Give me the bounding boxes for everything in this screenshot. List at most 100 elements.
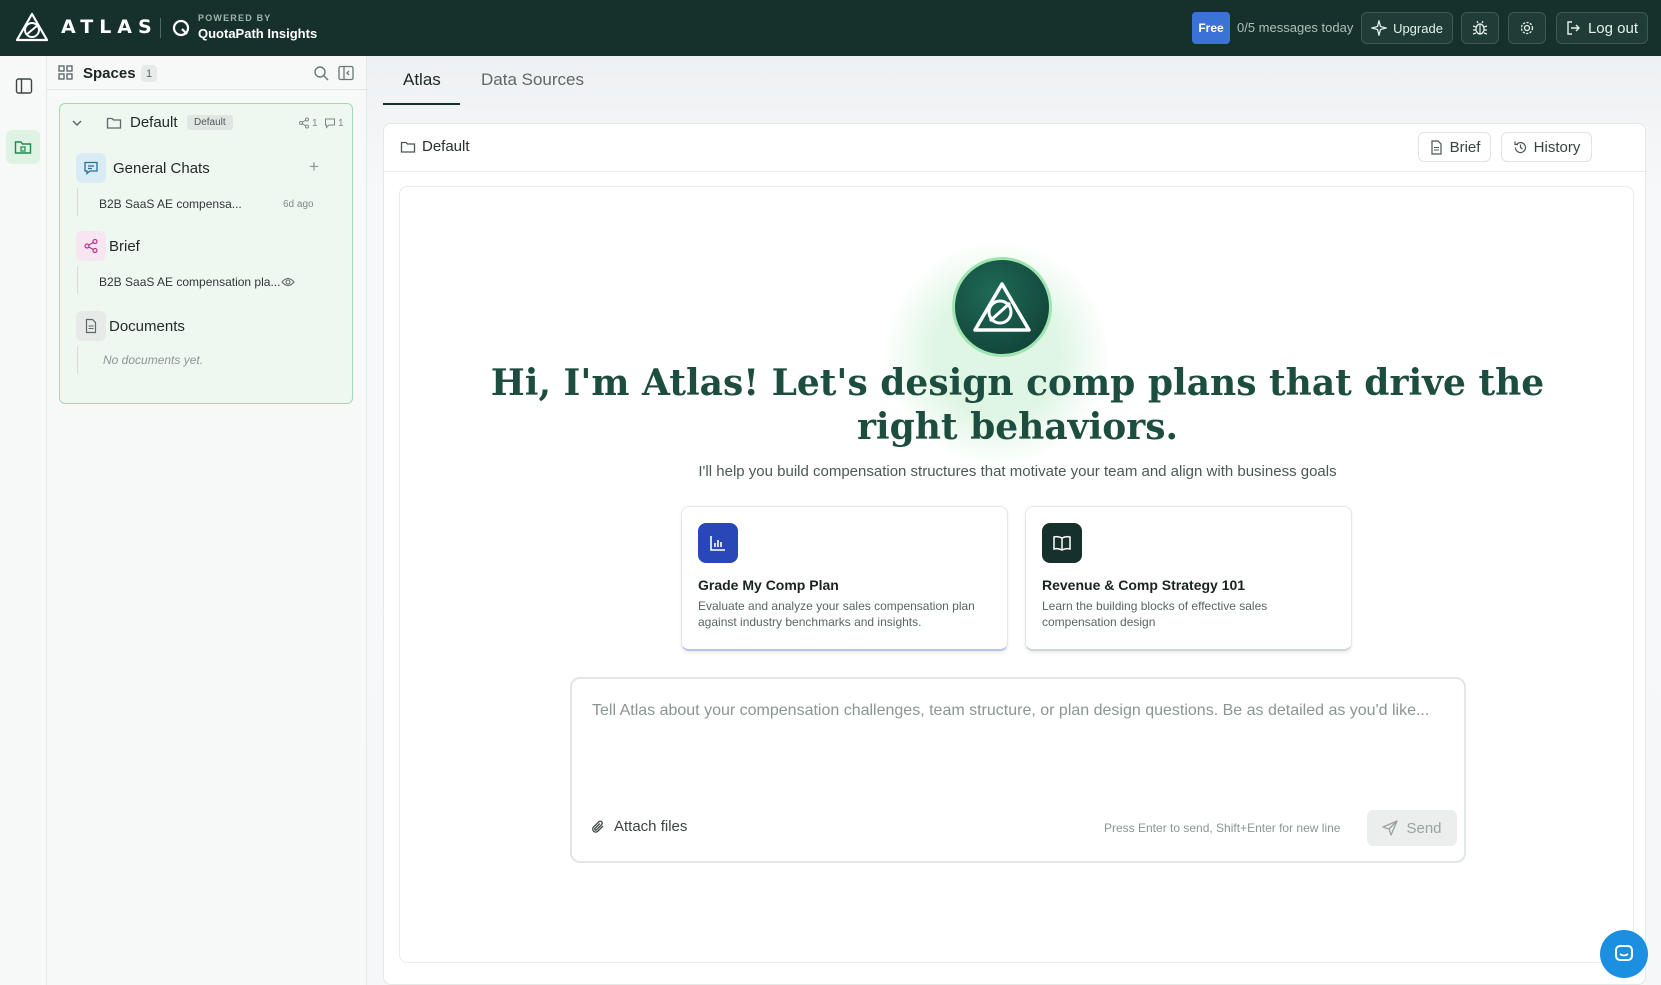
- tree-line: [77, 346, 78, 374]
- history-icon: [1514, 141, 1526, 153]
- card-title: Revenue & Comp Strategy 101: [1042, 577, 1246, 593]
- share-network-icon: [84, 238, 98, 254]
- card-description: Evaluate and analyze your sales compensa…: [698, 599, 975, 629]
- grid-icon: [58, 65, 73, 80]
- panel-header: Default Brief History: [384, 124, 1647, 172]
- history-button[interactable]: History: [1501, 132, 1592, 162]
- default-badge: Default: [187, 115, 233, 130]
- book-icon: [1053, 535, 1071, 551]
- help-chat-button[interactable]: [1600, 930, 1648, 978]
- quotapath-icon: [172, 19, 190, 37]
- comp-strategy-101-card[interactable]: Revenue & Comp Strategy 101 Learn the bu…: [1025, 506, 1352, 651]
- document-icon: [1430, 139, 1442, 155]
- collapse-sidebar-icon[interactable]: [338, 65, 354, 81]
- attach-files-label: Attach files: [614, 818, 688, 835]
- comment-count: 1: [324, 117, 344, 129]
- logout-icon: [1567, 21, 1580, 35]
- panel-title: Default: [422, 138, 470, 155]
- document-icon: [85, 318, 97, 334]
- main-content: Atlas Data Sources Default Brief History: [367, 56, 1661, 985]
- sidebar-title: Spaces: [83, 65, 136, 82]
- brief-label: Brief: [109, 238, 140, 255]
- space-panel: Default Brief History Hi, I'm Atlas! Let…: [383, 123, 1647, 985]
- chat-timestamp: 6d ago: [283, 199, 314, 210]
- documents-empty-state: No documents yet.: [103, 353, 204, 367]
- spaces-count-badge: 1: [141, 65, 157, 82]
- tree-line: [77, 188, 78, 216]
- spaces-sidebar: Spaces 1 Default Default 1 1 General Cha…: [47, 56, 367, 985]
- message-quota: 0/5 messages today: [1237, 20, 1354, 35]
- search-icon[interactable]: [313, 65, 329, 81]
- documents-section-icon: [76, 311, 106, 341]
- folder-space-icon: [14, 141, 32, 154]
- comment-count-value: 1: [338, 117, 344, 129]
- brief-button[interactable]: Brief: [1418, 132, 1491, 162]
- tab-atlas[interactable]: Atlas: [403, 70, 441, 104]
- chat-bubble-icon: [84, 161, 98, 175]
- bug-icon: [1472, 20, 1488, 35]
- plan-badge: Free: [1192, 12, 1230, 44]
- comment-icon: [325, 118, 335, 129]
- logout-button[interactable]: Log out: [1556, 12, 1648, 44]
- top-bar: ATLAS POWERED BY QuotaPath Insights Free…: [0, 0, 1661, 56]
- paperclip-icon: [592, 820, 604, 833]
- chat-support-icon: [1615, 945, 1633, 961]
- hero-title: Hi, I'm Atlas! Let's design comp plans t…: [490, 362, 1545, 448]
- active-tab-indicator: [383, 103, 460, 105]
- tree-line: [77, 266, 78, 294]
- sidebar-panel-icon: [15, 78, 33, 94]
- folder-icon: [400, 141, 416, 153]
- message-input[interactable]: [592, 699, 1452, 779]
- space-card-default[interactable]: Default Default 1 1 General Chats + B2B …: [59, 103, 353, 404]
- bar-chart-icon: [710, 536, 725, 551]
- tab-data-sources[interactable]: Data Sources: [481, 70, 584, 104]
- card-title: Grade My Comp Plan: [698, 577, 839, 593]
- grade-comp-plan-card[interactable]: Grade My Comp Plan Evaluate and analyze …: [681, 506, 1008, 651]
- share-count-value: 1: [312, 117, 318, 129]
- card-icon-container: [1042, 523, 1082, 563]
- sparkle-icon: [1371, 20, 1388, 36]
- card-description: Learn the building blocks of effective s…: [1042, 599, 1268, 629]
- hero-subtitle: I'll help you build compensation structu…: [698, 463, 1337, 480]
- send-label: Send: [1406, 819, 1442, 837]
- atlas-logo-icon[interactable]: [14, 11, 50, 43]
- attach-files-button[interactable]: Attach files: [590, 818, 687, 835]
- general-chats-label: General Chats: [113, 160, 210, 177]
- space-name: Default: [130, 114, 178, 131]
- history-button-label: History: [1533, 138, 1581, 156]
- atlas-logo-icon: [973, 282, 1031, 332]
- send-button[interactable]: Send: [1367, 810, 1457, 846]
- send-icon: [1382, 820, 1399, 836]
- brief-list-item[interactable]: B2B SaaS AE compensation pla...: [99, 275, 280, 289]
- toggle-sidebar-button[interactable]: [10, 72, 38, 100]
- new-chat-plus-icon[interactable]: +: [309, 157, 319, 177]
- brand-wordmark: ATLAS: [61, 16, 158, 38]
- gear-icon: [1520, 21, 1534, 35]
- brief-button-label: Brief: [1449, 138, 1481, 156]
- upgrade-label: Upgrade: [1393, 20, 1443, 36]
- chat-area: Hi, I'm Atlas! Let's design comp plans t…: [399, 186, 1634, 963]
- atlas-avatar: [952, 257, 1052, 357]
- chat-list-item[interactable]: B2B SaaS AE compensa...: [99, 197, 242, 211]
- report-bug-button[interactable]: [1461, 12, 1499, 44]
- share-icon: [299, 117, 309, 129]
- sidebar-header: Spaces 1: [47, 56, 367, 90]
- partner-name: QuotaPath Insights: [198, 26, 318, 41]
- share-count: 1: [298, 117, 318, 129]
- chevron-down-icon[interactable]: [70, 116, 84, 130]
- spaces-nav-button[interactable]: [6, 130, 40, 164]
- brief-section-icon: [76, 231, 106, 261]
- eye-icon[interactable]: [281, 276, 295, 288]
- header-divider: [160, 18, 161, 38]
- folder-icon: [106, 117, 122, 129]
- logout-label: Log out: [1587, 19, 1639, 37]
- message-composer: Attach files Press Enter to send, Shift+…: [570, 677, 1466, 863]
- general-chats-section-icon: [76, 153, 106, 183]
- keyboard-hint: Press Enter to send, Shift+Enter for new…: [1104, 821, 1341, 835]
- powered-by-label: POWERED BY: [198, 13, 272, 23]
- documents-label: Documents: [109, 318, 185, 335]
- left-rail: [0, 56, 47, 985]
- card-icon-container: [698, 523, 738, 563]
- settings-button[interactable]: [1508, 12, 1546, 44]
- upgrade-button[interactable]: Upgrade: [1361, 12, 1453, 44]
